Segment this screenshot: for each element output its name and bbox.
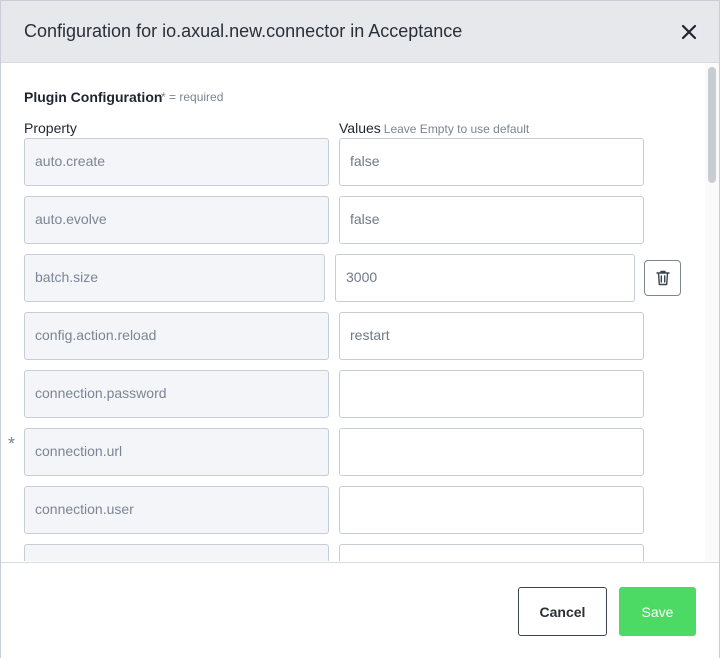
value-field[interactable] <box>339 370 644 418</box>
config-row: * connection.url <box>1 428 705 476</box>
close-button[interactable] <box>675 18 703 46</box>
config-row: connection.user <box>1 486 705 534</box>
dialog-body: Plugin Configuration * = required Proper… <box>1 63 705 561</box>
value-field[interactable]: false <box>339 138 644 186</box>
value-field[interactable]: restart <box>339 312 644 360</box>
config-row: auto.evolve false <box>1 196 705 244</box>
save-button[interactable]: Save <box>619 587 696 636</box>
section-title: Plugin Configuration <box>24 89 163 105</box>
cancel-button[interactable]: Cancel <box>518 587 607 636</box>
config-row: auto.create false <box>1 138 705 186</box>
property-field: batch.size <box>24 254 325 302</box>
property-field: auto.evolve <box>24 196 329 244</box>
property-field: connection.url <box>24 428 329 476</box>
dialog-footer: Cancel Save <box>1 562 719 660</box>
value-field[interactable] <box>339 486 644 534</box>
value-field[interactable] <box>339 428 644 476</box>
value-field[interactable] <box>339 544 644 561</box>
dialog-title: Configuration for io.axual.new.connector… <box>24 21 463 41</box>
value-field[interactable]: false <box>339 196 644 244</box>
property-field: connection.password <box>24 370 329 418</box>
config-row: connection.password <box>1 370 705 418</box>
required-note: * = required <box>161 90 224 104</box>
dialog-header: Configuration for io.axual.new.connector… <box>1 1 719 63</box>
values-column-header: Values Leave Empty to use default <box>339 120 529 136</box>
values-label: Values <box>339 120 381 136</box>
configuration-dialog: Configuration for io.axual.new.connector… <box>0 0 720 660</box>
value-field[interactable]: 3000 <box>335 254 635 302</box>
property-field: auto.create <box>24 138 329 186</box>
required-asterisk: * <box>8 434 16 454</box>
config-row <box>1 544 705 561</box>
property-field <box>24 544 329 561</box>
delete-button[interactable] <box>644 260 681 296</box>
property-field: config.action.reload <box>24 312 329 360</box>
close-icon <box>681 24 697 40</box>
property-column-header: Property <box>24 120 77 136</box>
config-row: batch.size 3000 <box>1 254 705 302</box>
config-row: config.action.reload restart <box>1 312 705 360</box>
trash-icon <box>655 270 670 286</box>
values-hint: Leave Empty to use default <box>383 122 530 136</box>
scrollbar-thumb[interactable] <box>708 67 716 183</box>
property-field: connection.user <box>24 486 329 534</box>
